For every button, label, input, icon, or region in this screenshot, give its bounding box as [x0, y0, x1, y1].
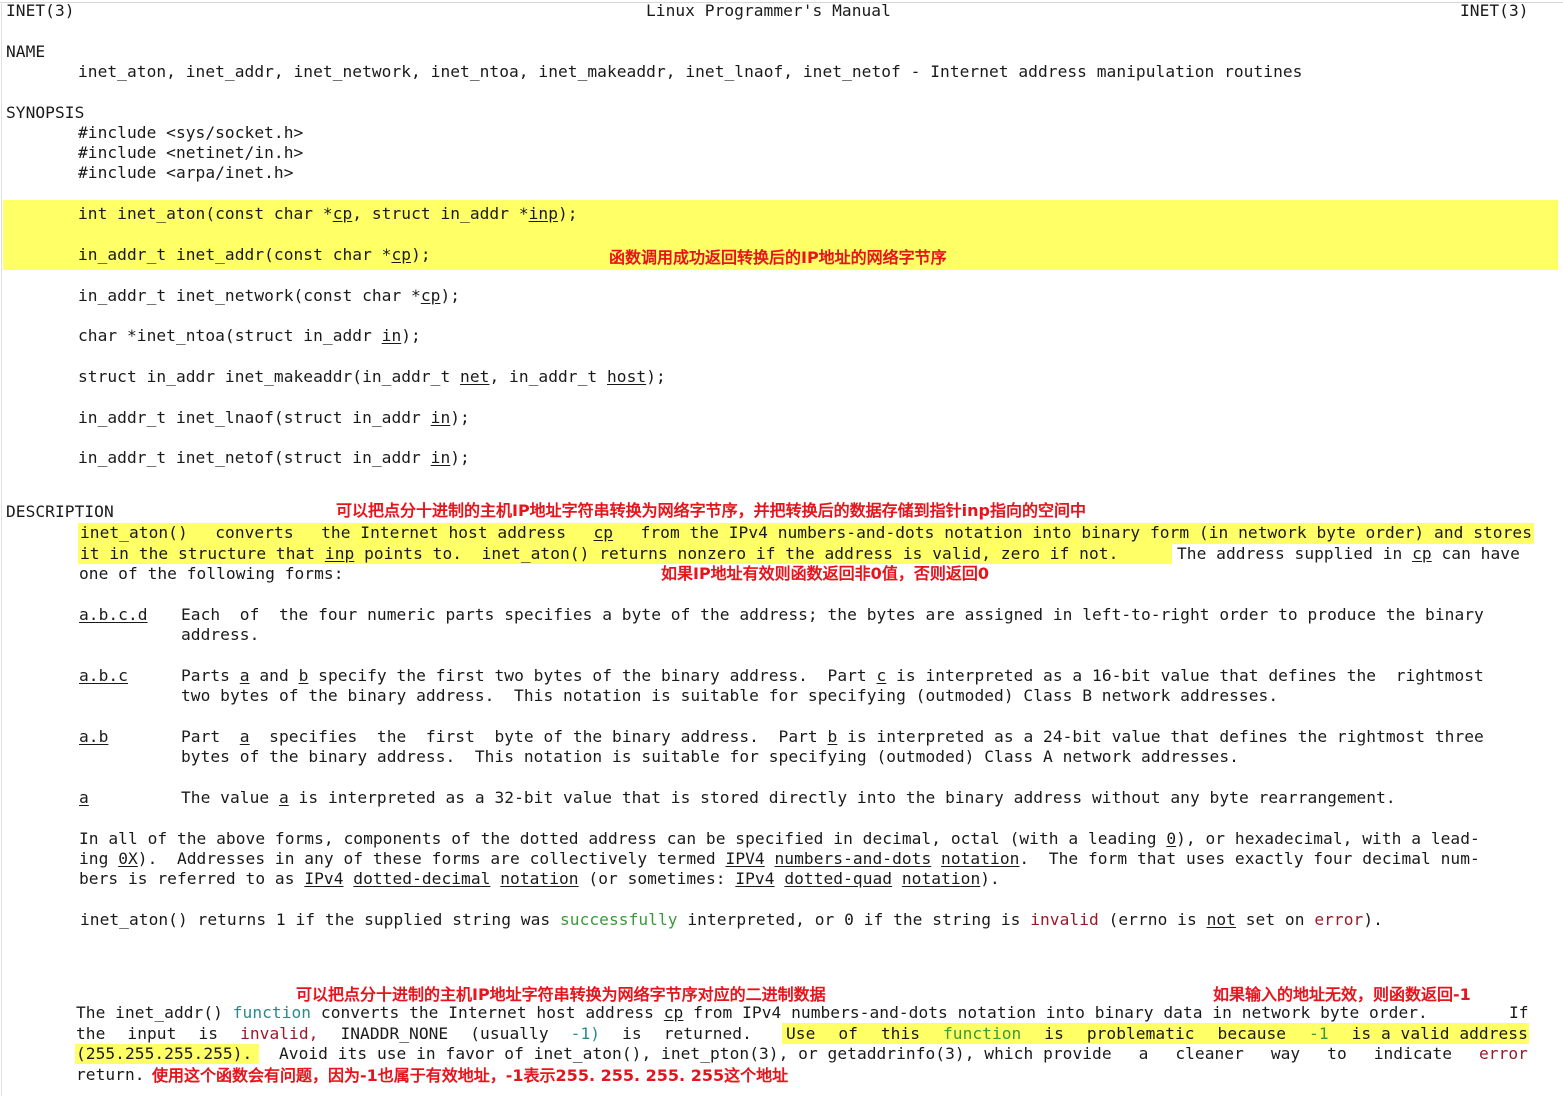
- section-heading-synopsis: SYNOPSIS: [6, 103, 85, 122]
- desc-para4-line2: the input is invalid, INADDR_NONE (usual…: [76, 1024, 752, 1043]
- form-label-abc: a.b.c: [79, 666, 128, 685]
- form-abcd-line1: Each of the four numeric parts specifies…: [181, 605, 1484, 624]
- form-label-abcd: a.b.c.d: [79, 605, 148, 624]
- prototype-inet-lnaof: in_addr_t inet_lnaof(struct in_addr in);: [78, 408, 470, 427]
- annotation-inet-aton-return: 如果IP地址有效则函数返回非0值，否则返回0: [661, 564, 989, 583]
- prototype-inet-network: in_addr_t inet_network(const char *cp);: [78, 286, 461, 305]
- form-ab-line2: bytes of the binary address. This notati…: [181, 747, 1239, 766]
- desc-para4-line1: The inet_addr() function converts the In…: [76, 1003, 1428, 1022]
- desc-para3: inet_aton() returns 1 if the supplied st…: [80, 910, 1383, 929]
- annotation-inet-addr-desc: 可以把点分十进制的主机IP地址字符串转换为网络字节序对应的二进制数据: [296, 985, 826, 1004]
- desc-para4-line3: Avoid its use in favor of inet_aton(), i…: [279, 1044, 1528, 1063]
- prototype-inet-addr: in_addr_t inet_addr(const char *cp);: [78, 245, 431, 264]
- annotation-return-network-order: 函数调用成功返回转换后的IP地址的网络字节序: [609, 248, 947, 267]
- section-heading-name: NAME: [6, 42, 46, 61]
- desc-para1-line3: one of the following forms:: [79, 564, 344, 583]
- form-ab-line1: Part a specifies the first byte of the b…: [181, 727, 1484, 746]
- form-abcd-line2: address.: [181, 625, 260, 644]
- desc-para2-line2: ing 0X). Addresses in any of these forms…: [79, 849, 1480, 868]
- left-border: [1, 2, 2, 1096]
- form-abc-line2: two bytes of the binary address. This no…: [181, 686, 1279, 705]
- form-a-line1: The value a is interpreted as a 32-bit v…: [181, 788, 1396, 807]
- form-abc-line1: Parts a and b specify the first two byte…: [181, 666, 1484, 685]
- form-label-a: a: [79, 788, 89, 807]
- desc-para2-line3: bers is referred to as IPv4 dotted-decim…: [79, 869, 1000, 888]
- desc-para1-line2: it in the structure that inp points to. …: [80, 544, 1119, 563]
- man-page: INET(3) Linux Programmer's Manual INET(3…: [0, 0, 1563, 1096]
- header-left: INET(3): [6, 1, 75, 20]
- desc-para2-line1: In all of the above forms, components of…: [79, 829, 1480, 848]
- desc-para4-line2-highlight: Use of this function is problematic beca…: [786, 1024, 1528, 1043]
- annotation-inet-aton-desc: 可以把点分十进制的主机IP地址字符串转换为网络字节序，并把转换后的数据存储到指针…: [336, 501, 1087, 520]
- annotation-inet-addr-problem: 使用这个函数会有问题，因为-1也属于有效地址，-1表示255. 255. 255…: [152, 1066, 789, 1085]
- section-heading-description: DESCRIPTION: [6, 502, 114, 521]
- desc-para1-line1: inet_aton() converts the Internet host a…: [80, 523, 1532, 542]
- header-right: INET(3): [1460, 1, 1529, 20]
- prototype-inet-makeaddr: struct in_addr inet_makeaddr(in_addr_t n…: [78, 367, 666, 386]
- header-center: Linux Programmer's Manual: [646, 1, 891, 20]
- form-label-ab: a.b: [79, 727, 109, 746]
- name-text: inet_aton, inet_addr, inet_network, inet…: [78, 62, 1303, 81]
- include-line: #include <sys/socket.h>: [78, 123, 304, 142]
- prototype-inet-ntoa: char *inet_ntoa(struct in_addr in);: [78, 326, 421, 345]
- include-line: #include <arpa/inet.h>: [78, 163, 294, 182]
- annotation-inet-addr-invalid: 如果输入的地址无效，则函数返回-1: [1213, 985, 1471, 1004]
- desc-para4-line4: return.: [76, 1065, 145, 1084]
- desc-para1-line2-tail: The address supplied in cp can have: [1177, 544, 1520, 563]
- prototype-inet-aton: int inet_aton(const char *cp, struct in_…: [78, 204, 578, 223]
- include-line: #include <netinet/in.h>: [78, 143, 304, 162]
- desc-para4-line3-address: (255.255.255.255).: [76, 1044, 253, 1063]
- prototype-inet-netof: in_addr_t inet_netof(struct in_addr in);: [78, 448, 470, 467]
- desc-para4-line1-tail: If: [1509, 1003, 1529, 1022]
